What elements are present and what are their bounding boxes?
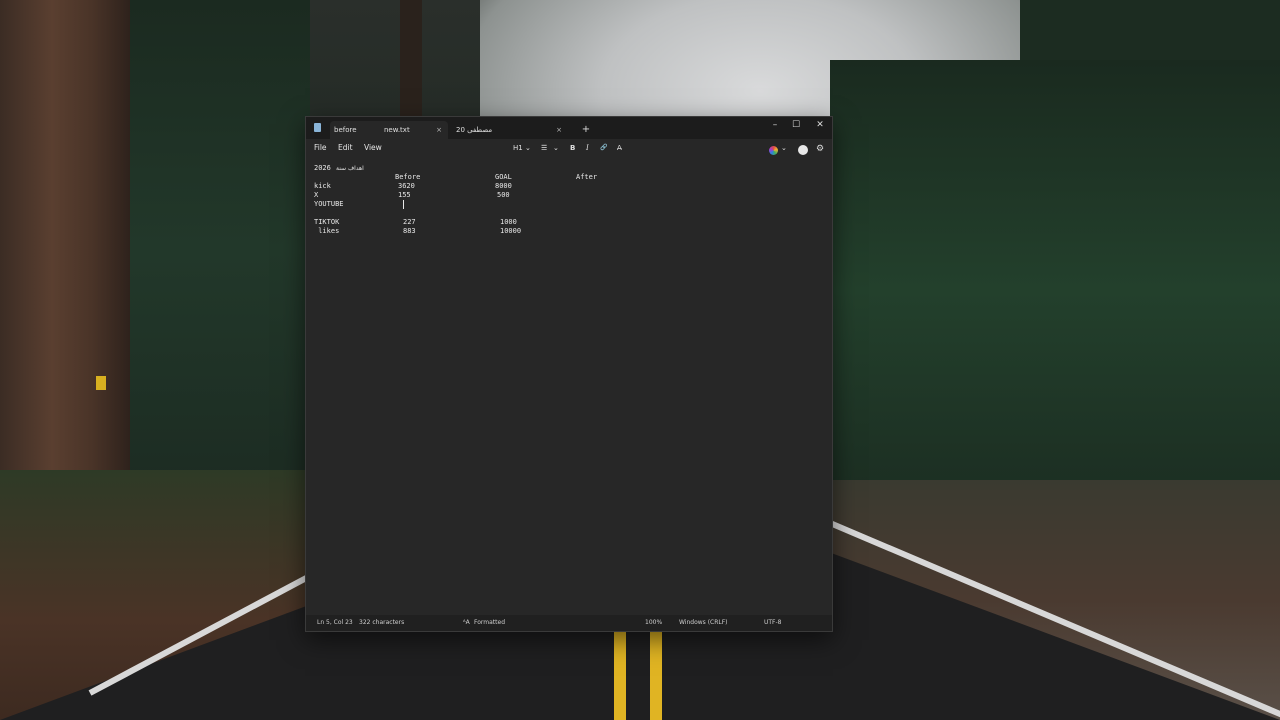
row-before: 883 (403, 227, 416, 235)
row-name: YOUTUBE (314, 200, 344, 208)
text-editor[interactable]: 2026 اهداف سنة Before GOAL After kick 36… (306, 157, 832, 615)
tab-label: before (334, 126, 357, 134)
trail-marker (96, 376, 106, 390)
doc-title-year: 2026 (314, 164, 331, 172)
row-before: 227 (403, 218, 416, 226)
heading-dropdown[interactable]: H1 (513, 141, 523, 155)
maximize-button[interactable]: ☐ (784, 117, 808, 135)
new-tab-button[interactable]: + (579, 121, 593, 139)
row-goal: 10000 (500, 227, 522, 235)
row-name: X (314, 191, 319, 199)
bold-button[interactable]: B (570, 141, 575, 155)
format-icon: ᴬA (463, 619, 470, 626)
format-status[interactable]: Formatted (474, 615, 505, 631)
menu-file[interactable]: File (314, 141, 327, 155)
row-before: 155 (398, 191, 411, 199)
row-name: likes (314, 227, 340, 235)
menu-view[interactable]: View (364, 141, 382, 155)
close-button[interactable]: ✕ (808, 117, 832, 135)
lane-line-yellow (614, 630, 626, 720)
row-goal: 1000 (500, 218, 517, 226)
character-count: 322 characters (359, 619, 405, 626)
italic-button[interactable]: I (586, 141, 589, 155)
encoding[interactable]: UTF-8 (764, 615, 782, 631)
row-goal: 8000 (495, 182, 512, 190)
header-after: After (576, 173, 598, 181)
doc-title-text: اهداف سنة (336, 165, 364, 172)
row-name: TIKTOK (314, 218, 340, 226)
menu-bar: File Edit View H1 ⌄ ☰ ⌄ B I 🔗 A̶ ⌄ ⚙ (306, 139, 832, 157)
header-before: Before (395, 173, 421, 181)
gear-icon[interactable]: ⚙ (816, 142, 824, 156)
account-icon[interactable] (798, 145, 808, 155)
clear-formatting-icon[interactable]: A̶ (617, 141, 622, 155)
link-icon[interactable]: 🔗 (600, 141, 607, 155)
tree-trunk-small (400, 0, 422, 120)
forest-left (110, 0, 310, 500)
tab-second[interactable]: 20 مصطفى × (452, 121, 568, 139)
notepad-window: before new.txt × 20 مصطفى × + – ☐ ✕ File… (305, 116, 833, 632)
header-goal: GOAL (495, 173, 512, 181)
forest-right (830, 60, 1280, 520)
chevron-down-icon: ⌄ (553, 144, 559, 152)
line-ending[interactable]: Windows (CRLF) (679, 615, 728, 631)
chevron-down-icon: ⌄ (781, 144, 787, 152)
list-icon[interactable]: ☰ (541, 141, 547, 155)
zoom-level[interactable]: 100% (645, 615, 662, 631)
chevron-down-icon: ⌄ (525, 144, 531, 152)
tab-label: 20 مصطفى (456, 126, 493, 134)
notepad-app-icon (314, 123, 321, 132)
copilot-icon[interactable] (769, 146, 778, 155)
tab-new-txt[interactable]: before new.txt × (330, 121, 448, 139)
cursor-position[interactable]: Ln 5, Col 23 (317, 615, 353, 631)
tab-title: new.txt (384, 126, 410, 134)
tree-trunk (0, 0, 130, 480)
menu-edit[interactable]: Edit (338, 141, 353, 155)
text-caret (403, 200, 404, 209)
row-before: 3620 (398, 182, 415, 190)
title-bar[interactable]: before new.txt × 20 مصطفى × + – ☐ ✕ (306, 117, 832, 139)
row-goal: 500 (497, 191, 510, 199)
tab-close-icon[interactable]: × (556, 121, 562, 139)
lane-line-yellow (650, 630, 662, 720)
row-name: kick (314, 182, 331, 190)
tab-close-icon[interactable]: × (436, 121, 442, 139)
status-bar: Ln 5, Col 23 322 characters ᴬA Formatted… (306, 615, 832, 631)
